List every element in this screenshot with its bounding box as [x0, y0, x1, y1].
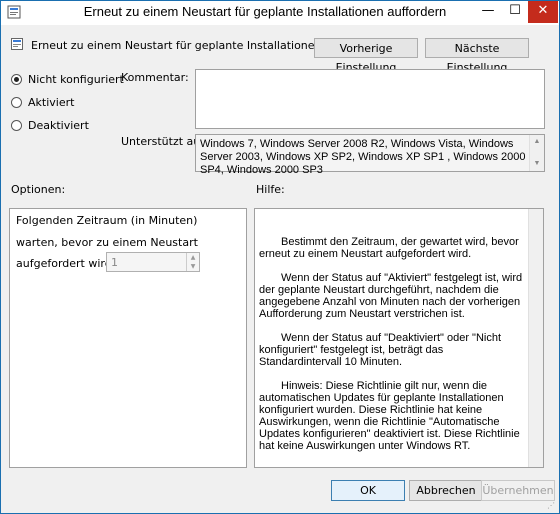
policy-setting-icon	[11, 38, 23, 50]
supported-scrollbar[interactable]: ▲ ▼	[529, 135, 544, 171]
help-paragraph: Wenn der Status auf "Deaktiviert" oder "…	[259, 332, 501, 368]
radio-enabled-label: Aktiviert	[28, 96, 75, 109]
radio-enabled-indicator[interactable]	[11, 97, 22, 108]
minimize-icon[interactable]: —	[475, 1, 501, 23]
comment-label: Kommentar:	[121, 71, 189, 84]
help-text: Bestimmt den Zeitraum, der gewartet wird…	[259, 236, 527, 464]
policy-app-icon	[7, 5, 21, 19]
previous-setting-button[interactable]: Vorherige Einstellung	[314, 38, 418, 74]
supported-on-text: Windows 7, Windows Server 2008 R2, Windo…	[200, 138, 526, 176]
help-paragraph: Hinweis: Diese Richtlinie gilt nur, wenn…	[259, 380, 520, 452]
radio-disabled-label: Deaktiviert	[28, 119, 89, 132]
comment-textarea[interactable]	[195, 69, 545, 129]
spinner-down-icon[interactable]: ▼	[187, 262, 199, 271]
scroll-up-icon[interactable]: ▲	[530, 135, 544, 149]
minutes-spinner-value: 1	[111, 256, 118, 269]
policy-settings-window: Erneut zu einem Neustart für geplante In…	[0, 0, 560, 514]
options-line-2: warten, bevor zu einem Neustart	[16, 236, 198, 249]
close-icon[interactable]: ✕	[528, 1, 558, 23]
resize-grip-icon[interactable]: ⋰	[547, 501, 557, 511]
radio-disabled-indicator[interactable]	[11, 120, 22, 131]
spinner-up-icon[interactable]: ▲	[187, 253, 199, 262]
minutes-spinner[interactable]: 1 ▲ ▼	[106, 252, 200, 272]
cancel-button[interactable]: Abbrechen	[409, 480, 483, 501]
help-paragraph: Wenn der Status auf "Aktiviert" festgele…	[259, 272, 523, 320]
help-paragraph: Bestimmt den Zeitraum, der gewartet wird…	[259, 236, 519, 260]
options-line-1: Folgenden Zeitraum (in Minuten)	[16, 214, 198, 227]
radio-not-configured-label: Nicht konfiguriert	[28, 73, 124, 86]
ok-button[interactable]: OK	[331, 480, 405, 501]
maximize-icon[interactable]: ☐	[502, 1, 528, 23]
help-section-title: Hilfe:	[256, 183, 285, 196]
options-section-title: Optionen:	[11, 183, 66, 196]
scroll-down-icon[interactable]: ▼	[530, 157, 544, 171]
radio-not-configured-indicator[interactable]	[11, 74, 22, 85]
help-scrollbar[interactable]	[528, 209, 543, 467]
options-panel: Folgenden Zeitraum (in Minuten) warten, …	[9, 208, 247, 468]
title-bar[interactable]: Erneut zu einem Neustart für geplante In…	[1, 1, 559, 25]
supported-on-box: Windows 7, Windows Server 2008 R2, Windo…	[195, 134, 545, 176]
spinner-buttons[interactable]: ▲ ▼	[186, 253, 199, 271]
options-line-3: aufgefordert wird:	[16, 257, 116, 270]
help-panel: Bestimmt den Zeitraum, der gewartet wird…	[254, 208, 544, 468]
window-title: Erneut zu einem Neustart für geplante In…	[83, 4, 447, 19]
next-setting-button[interactable]: Nächste Einstellung	[425, 38, 529, 74]
apply-button[interactable]: Übernehmen	[481, 480, 555, 501]
